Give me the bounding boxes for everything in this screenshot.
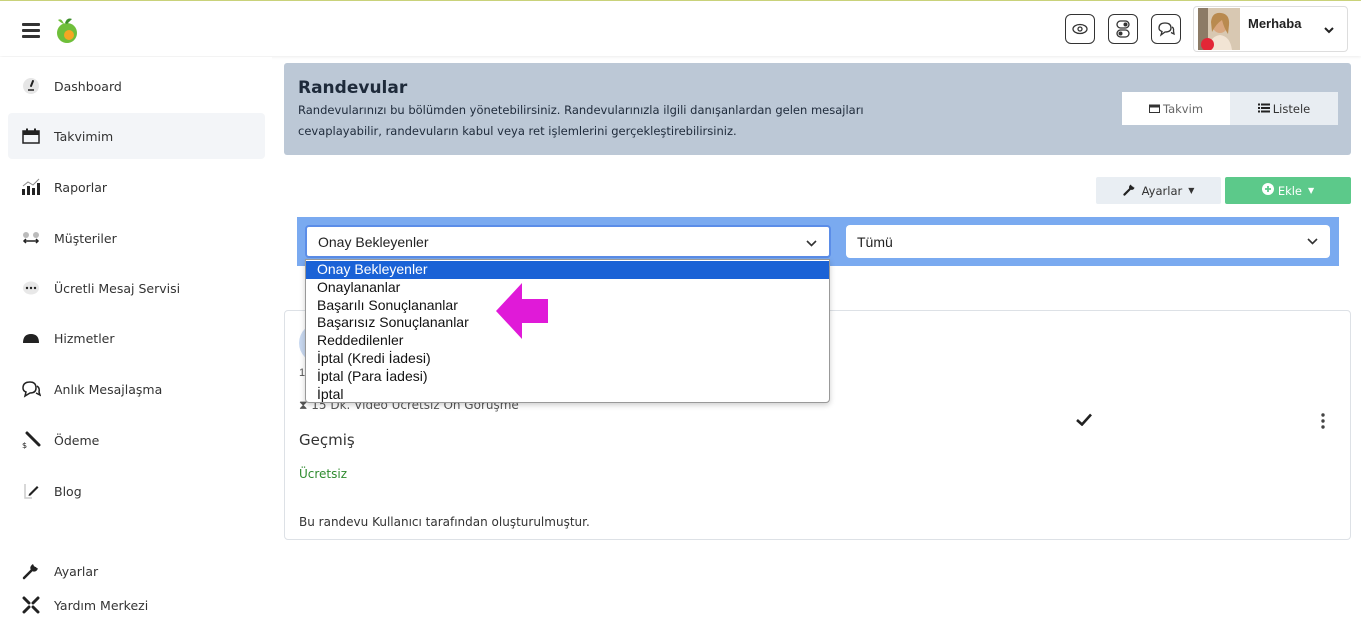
- dropdown-option[interactable]: Reddedilenler: [306, 332, 829, 350]
- type-filter-value: Tümü: [857, 233, 893, 250]
- toggle-icon[interactable]: [1108, 14, 1138, 44]
- payment-icon: $: [20, 429, 42, 451]
- sidebar-item-label: Blog: [54, 483, 82, 499]
- sidebar-item-anlik-mesajlasma[interactable]: Anlık Mesajlaşma: [8, 366, 265, 412]
- avatar: [1198, 8, 1240, 50]
- appointment-price: Ücretsiz: [299, 467, 348, 481]
- dropdown-option[interactable]: Başarısız Sonuçlananlar: [306, 314, 829, 332]
- settings-button[interactable]: Ayarlar ▼: [1096, 177, 1221, 204]
- sidebar-item-label: Raporlar: [54, 179, 108, 195]
- settings-button-label: Ayarlar: [1141, 183, 1183, 198]
- sidebar-item-ucretli-mesaj[interactable]: Ücretli Mesaj Servisi: [8, 265, 265, 311]
- sidebar-item-label: Yardım Merkezi: [54, 597, 149, 613]
- sidebar-item-label: Ücretli Mesaj Servisi: [54, 280, 181, 296]
- status-dropdown-list: Onay Bekleyenler Onaylananlar Başarılı S…: [305, 259, 830, 403]
- sidebar-item-dashboard[interactable]: Dashboard: [8, 63, 265, 109]
- chevron-down-icon: [1307, 234, 1318, 248]
- sidebar-item-label: Takvimim: [54, 128, 114, 144]
- chat-icon[interactable]: [1151, 14, 1181, 44]
- view-toggle: Takvim Listele: [1122, 92, 1338, 125]
- list-icon: [1257, 102, 1270, 116]
- page-title: Randevular: [298, 78, 408, 98]
- list-view-button[interactable]: Listele: [1230, 92, 1338, 125]
- svg-text:$: $: [22, 441, 27, 449]
- appointment-status: Geçmiş: [299, 431, 355, 449]
- message-dots-icon: [20, 277, 42, 299]
- calendar-icon: [1148, 102, 1160, 116]
- profile-name: Merhaba: [1248, 16, 1302, 31]
- sidebar-item-raporlar[interactable]: Raporlar: [8, 164, 265, 210]
- sidebar-item-label: Dashboard: [54, 78, 122, 94]
- list-view-label: Listele: [1272, 101, 1311, 116]
- calendar-view-label: Takvim: [1162, 101, 1204, 116]
- dropdown-option[interactable]: İptal (Para İadesi): [306, 368, 829, 386]
- wrench-icon: [1122, 183, 1136, 199]
- sidebar-item-label: Ayarlar: [54, 563, 99, 579]
- page-header: Randevular Randevularınızı bu bölümden y…: [284, 63, 1351, 155]
- chat-bubbles-icon: [20, 378, 42, 400]
- hat-icon: [20, 327, 42, 349]
- status-filter-value: Onay Bekleyenler: [318, 233, 429, 250]
- sidebar-item-blog[interactable]: Blog: [8, 468, 265, 514]
- app-logo[interactable]: [52, 15, 82, 45]
- chevron-down-icon: [1324, 23, 1334, 37]
- status-dot: [1201, 38, 1214, 50]
- sidebar-item-odeme[interactable]: $ Ödeme: [8, 417, 265, 463]
- dropdown-option[interactable]: İptal (Kredi İadesi): [306, 350, 829, 368]
- add-button-label: Ekle: [1277, 183, 1303, 198]
- profile-menu[interactable]: Merhaba: [1193, 6, 1348, 52]
- appointment-created-by: Bu randevu Kullanıcı tarafından oluşturu…: [299, 515, 590, 529]
- sidebar-item-label: Hizmetler: [54, 330, 115, 346]
- eye-icon[interactable]: [1065, 14, 1095, 44]
- type-filter-select[interactable]: Tümü: [846, 225, 1330, 258]
- wrench-icon: [20, 560, 42, 582]
- dropdown-option[interactable]: Başarılı Sonuçlananlar: [306, 297, 829, 315]
- caret-down-icon: ▼: [1308, 186, 1315, 195]
- hamburger-menu-icon[interactable]: [22, 23, 40, 38]
- dropdown-option[interactable]: Onay Bekleyenler: [306, 261, 829, 279]
- sidebar-item-takvimim[interactable]: Takvimim: [8, 113, 265, 159]
- plus-circle-icon: [1261, 183, 1274, 198]
- page-description: Randevularınızı bu bölümden yönetebilirs…: [298, 103, 864, 138]
- check-icon[interactable]: [1076, 413, 1092, 431]
- sidebar-item-label: Müşteriler: [54, 230, 117, 246]
- gauge-icon: [20, 75, 42, 97]
- calendar-icon: [20, 125, 42, 147]
- sidebar-item-label: Anlık Mesajlaşma: [54, 381, 163, 397]
- sidebar-item-label: Ödeme: [54, 432, 100, 448]
- bar-chart-icon: [20, 176, 42, 198]
- pen-icon: [20, 480, 42, 502]
- status-filter-select[interactable]: Onay Bekleyenler: [305, 225, 831, 258]
- annotation-arrow-icon: [496, 283, 550, 339]
- dropdown-option[interactable]: Onaylananlar: [306, 279, 829, 297]
- sidebar-item-hizmetler[interactable]: Hizmetler: [8, 315, 265, 361]
- sidebar: Dashboard Takvimim Raporlar Müşteriler Ü…: [0, 57, 272, 623]
- caret-down-icon: ▼: [1188, 186, 1195, 195]
- chevron-down-icon: [806, 236, 817, 250]
- more-options-icon[interactable]: [1321, 413, 1325, 434]
- calendar-view-button[interactable]: Takvim: [1122, 92, 1230, 125]
- help-icon: [20, 594, 42, 616]
- dropdown-option[interactable]: İptal: [306, 386, 829, 404]
- users-icon: [20, 227, 42, 249]
- sidebar-item-musteriler[interactable]: Müşteriler: [8, 215, 265, 261]
- top-bar: Merhaba: [0, 0, 1361, 56]
- add-button[interactable]: Ekle ▼: [1225, 177, 1351, 204]
- sidebar-item-yardim[interactable]: Yardım Merkezi: [8, 582, 265, 628]
